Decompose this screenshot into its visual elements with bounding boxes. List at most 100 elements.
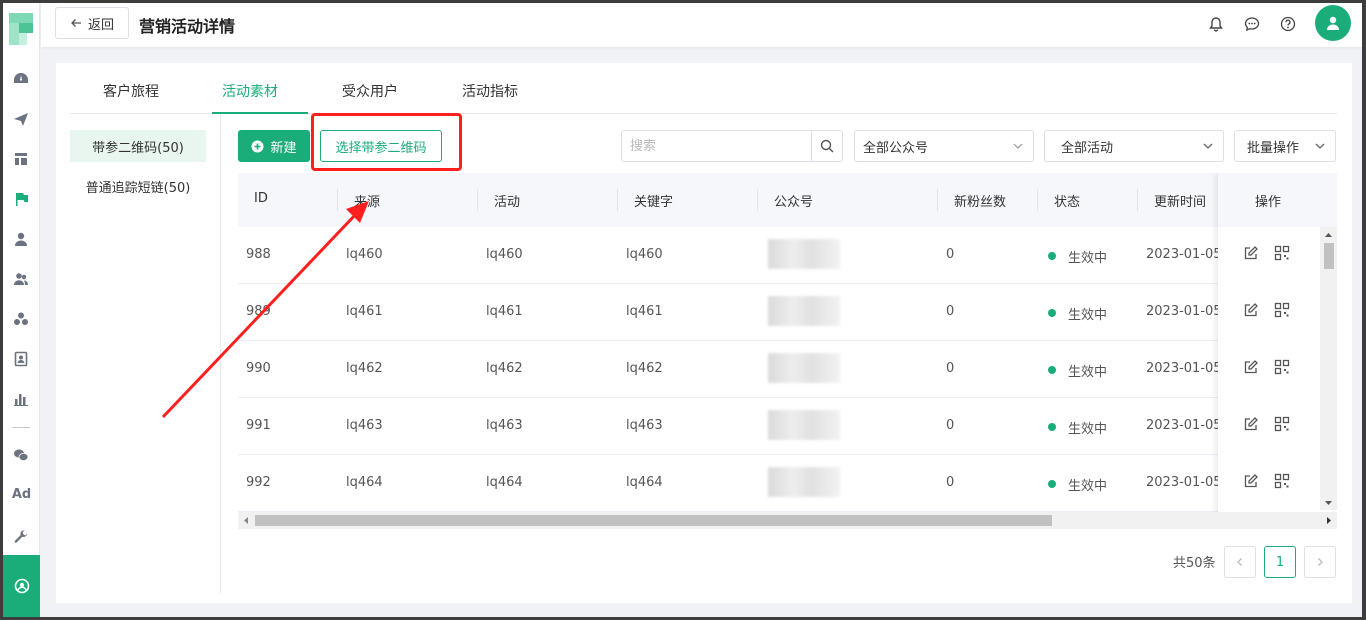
support-icon xyxy=(14,578,29,594)
tab-audience-users[interactable]: 受众用户 xyxy=(342,81,398,101)
edit-icon[interactable] xyxy=(1243,245,1259,261)
next-page-button[interactable] xyxy=(1304,546,1336,578)
cell-new-fans: 0 xyxy=(946,418,955,433)
user-avatar-icon xyxy=(1327,16,1339,30)
status-dot xyxy=(1048,366,1056,374)
flag-icon[interactable] xyxy=(9,187,33,211)
back-button-label: 返回 xyxy=(87,17,114,33)
cell-status: 生效中 xyxy=(1068,365,1108,380)
col-divider xyxy=(1037,189,1038,211)
qrcode-icon[interactable] xyxy=(1274,302,1290,318)
content-card: 客户旅程 活动素材 受众用户 活动指标 带参二维码(50) 普通追踪短链(50)… xyxy=(56,63,1352,603)
batch-operation-select[interactable]: 批量操作 xyxy=(1234,130,1336,162)
cell-source: lq461 xyxy=(346,304,383,319)
page-button-current[interactable]: 1 xyxy=(1264,546,1296,578)
material-type-list: 带参二维码(50) 普通追踪短链(50) xyxy=(70,114,221,593)
edit-icon[interactable] xyxy=(1243,416,1259,432)
col-divider xyxy=(757,189,758,211)
activity-filter-select[interactable]: 全部活动 xyxy=(1044,130,1224,162)
scroll-down-icon[interactable] xyxy=(1320,497,1337,509)
cell-source: lq462 xyxy=(346,361,383,376)
cell-source: lq460 xyxy=(346,247,383,262)
back-button[interactable]: 返回 xyxy=(55,7,129,39)
col-header-id: ID xyxy=(254,191,268,206)
search-icon[interactable] xyxy=(811,131,842,161)
search-input[interactable] xyxy=(622,131,811,161)
group-icon[interactable] xyxy=(9,307,33,331)
chevron-left-icon xyxy=(1237,558,1242,566)
chat-icon[interactable] xyxy=(1242,14,1262,34)
side-item-qrcode[interactable]: 带参二维码(50) xyxy=(70,130,206,162)
redacted-account xyxy=(768,410,840,440)
edit-icon[interactable] xyxy=(1243,302,1259,318)
horizontal-scrollbar[interactable] xyxy=(238,512,1337,529)
new-button-label: 新建 xyxy=(270,140,297,156)
cell-id: 990 xyxy=(246,361,271,376)
qrcode-table: ID 来源 活动 关键字 公众号 新粉丝数 状态 更新时间 988 lq460 … xyxy=(238,173,1337,529)
tab-activity-metrics[interactable]: 活动指标 xyxy=(462,81,518,101)
col-header-account: 公众号 xyxy=(774,195,814,210)
account-filter-select[interactable]: 全部公众号 xyxy=(854,130,1034,162)
col-header-source: 来源 xyxy=(354,195,381,210)
qrcode-icon[interactable] xyxy=(1274,416,1290,432)
cell-source: lq464 xyxy=(346,475,383,490)
cell-updated: 2023-01-05 xyxy=(1146,418,1222,433)
qrcode-icon[interactable] xyxy=(1274,473,1290,489)
col-header-status: 状态 xyxy=(1054,195,1081,210)
qrcode-icon[interactable] xyxy=(1274,359,1290,375)
bar-chart-icon[interactable] xyxy=(9,387,33,411)
side-item-shortlink[interactable]: 普通追踪短链(50) xyxy=(70,170,206,202)
chevron-down-icon xyxy=(1315,143,1325,149)
table-row[interactable]: 991 lq463 lq463 lq463 0 生效中 2023-01-05 xyxy=(238,398,1337,455)
scroll-up-icon[interactable] xyxy=(1320,229,1337,241)
table-row[interactable]: 989 lq461 lq461 lq461 0 生效中 2023-01-05 xyxy=(238,284,1337,341)
users-icon[interactable] xyxy=(9,267,33,291)
cell-new-fans: 0 xyxy=(946,247,955,262)
edit-icon[interactable] xyxy=(1243,473,1259,489)
wechat-icon[interactable] xyxy=(9,443,33,467)
scroll-left-icon[interactable] xyxy=(239,512,253,529)
help-icon[interactable] xyxy=(1278,14,1298,34)
col-header-updated: 更新时间 xyxy=(1154,195,1207,210)
contact-card-icon[interactable] xyxy=(9,347,33,371)
redacted-account xyxy=(768,239,840,269)
bell-icon[interactable] xyxy=(1206,14,1226,34)
table-header: ID 来源 活动 关键字 公众号 新粉丝数 状态 更新时间 xyxy=(238,173,1337,227)
table-row[interactable]: 990 lq462 lq462 lq462 0 生效中 2023-01-05 xyxy=(238,341,1337,398)
select-qrcode-button[interactable]: 选择带参二维码 xyxy=(320,130,442,162)
cell-status: 生效中 xyxy=(1068,422,1108,437)
app-logo xyxy=(3,9,40,49)
cell-activity: lq464 xyxy=(486,475,523,490)
edit-icon[interactable] xyxy=(1243,359,1259,375)
redacted-account xyxy=(768,353,840,383)
table-row[interactable]: 992 lq464 lq464 lq464 0 生效中 2023-01-05 xyxy=(238,455,1337,512)
vertical-scrollbar[interactable] xyxy=(1320,227,1337,510)
send-icon[interactable] xyxy=(9,107,33,131)
left-nav-rail: Ad xyxy=(3,3,40,617)
ad-nav-item[interactable]: Ad xyxy=(5,487,38,502)
horizontal-scroll-thumb[interactable] xyxy=(255,515,1052,526)
qrcode-icon[interactable] xyxy=(1274,245,1290,261)
redacted-account xyxy=(768,296,840,326)
layout-icon[interactable] xyxy=(9,147,33,171)
table-row[interactable]: 988 lq460 lq460 lq460 0 生效中 2023-01-05 xyxy=(238,227,1337,284)
wrench-icon[interactable] xyxy=(9,525,33,549)
cell-keyword: lq463 xyxy=(626,418,663,433)
dashboard-icon[interactable] xyxy=(9,67,33,91)
prev-page-button[interactable] xyxy=(1224,546,1256,578)
cell-updated: 2023-01-05 xyxy=(1146,247,1222,262)
avatar[interactable] xyxy=(1315,5,1351,41)
cell-status: 生效中 xyxy=(1068,251,1108,266)
user-icon[interactable] xyxy=(9,227,33,251)
cell-keyword: lq460 xyxy=(626,247,663,262)
search-box xyxy=(621,130,843,162)
chevron-right-icon xyxy=(1318,558,1323,566)
plus-circle-icon xyxy=(251,140,264,152)
new-button[interactable]: 新建 xyxy=(238,130,310,162)
tab-customer-journey[interactable]: 客户旅程 xyxy=(103,81,159,101)
vertical-scroll-thumb[interactable] xyxy=(1324,243,1334,269)
scroll-right-icon[interactable] xyxy=(1322,512,1336,529)
tab-activity-material[interactable]: 活动素材 xyxy=(222,81,278,101)
support-nav-item[interactable] xyxy=(3,555,40,617)
cell-updated: 2023-01-05 xyxy=(1146,475,1222,490)
